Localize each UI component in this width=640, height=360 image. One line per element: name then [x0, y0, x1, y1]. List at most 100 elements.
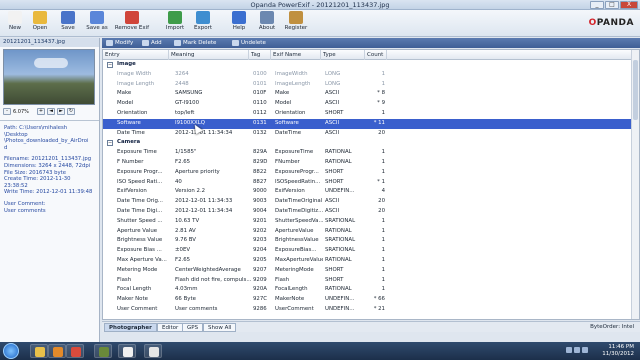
system-tray[interactable]: [564, 347, 600, 355]
column-count[interactable]: Count: [365, 50, 387, 60]
remove-exif-button[interactable]: Remove Exif: [114, 11, 150, 36]
cell-count: 1: [381, 159, 385, 165]
add-button[interactable]: Add: [142, 38, 162, 48]
table-row[interactable]: Exposure Bias ... ±0EV 9204 ExposureBias...…: [103, 246, 639, 256]
cell-count: 1: [381, 227, 385, 234]
table-row[interactable]: Brightness Value 9.76 BV 9203 BrightnessVal…: [103, 236, 639, 246]
table-row[interactable]: ISO Speed Rati... 40 8827 ISOSpeedRatin... S…: [103, 178, 639, 188]
table-row[interactable]: Exposure Time 1/1585" 829A ExposureTime RATI…: [103, 148, 639, 158]
tab-gps[interactable]: GPS: [182, 323, 204, 332]
table-row[interactable]: Max Aperture Va... F2.65 9205 MaxApertureVa…: [103, 256, 639, 266]
rotate-button[interactable]: ↻: [67, 108, 75, 115]
taskbar-chrome[interactable]: [66, 344, 84, 358]
new-button[interactable]: New: [6, 11, 24, 36]
cell-meaning: 1/1585": [175, 149, 197, 156]
table-row[interactable]: Flash Flash did not fire, compuls... 9209 F…: [103, 276, 639, 286]
undelete-icon: [232, 40, 239, 46]
column-meaning[interactable]: Meaning: [169, 50, 249, 60]
table-row[interactable]: Exposure Progr... Aperture priority 8822 Ex…: [103, 168, 639, 178]
open-button[interactable]: Open: [30, 11, 50, 36]
column-tag[interactable]: Tag: [249, 50, 271, 60]
photo-thumbnail: [3, 49, 95, 105]
undelete-button[interactable]: Undelete: [232, 38, 266, 48]
collapse-toggle[interactable]: −: [107, 140, 113, 147]
chrome-icon: [71, 347, 81, 357]
tab-show-all[interactable]: Show All: [203, 323, 237, 332]
taskbar-clock[interactable]: 11:46 PM 11/30/2012: [602, 344, 634, 358]
save-as-button[interactable]: Save as: [84, 11, 110, 36]
cell-type: ASCII: [325, 198, 340, 205]
import-button[interactable]: Import: [164, 11, 186, 36]
table-row[interactable]: Orientation top/left 0112 Orientation SHORT 1: [103, 109, 639, 119]
cell-meaning: 4.03mm: [175, 286, 198, 293]
taskbar-photo-app[interactable]: [94, 344, 112, 358]
cell-tag: 9203: [253, 237, 267, 244]
scroll-thumb[interactable]: [633, 60, 638, 120]
cell-type: RATIONAL: [325, 227, 352, 234]
taskbar-media-player[interactable]: [48, 344, 66, 358]
export-button[interactable]: Export: [192, 11, 214, 36]
column-entry[interactable]: Entry: [103, 50, 169, 60]
table-row[interactable]: Maker Note 66 Byte 927C MakerNote UNDEFIN...…: [103, 295, 639, 305]
export-icon: [196, 11, 210, 24]
tab-photographer[interactable]: Photographer: [104, 323, 157, 332]
cell-meaning: 3264: [175, 70, 189, 77]
column-exif-name[interactable]: Exif Name: [271, 50, 321, 60]
mark-delete-icon: [174, 40, 181, 46]
table-row[interactable]: Focal Length 4.03mm 920A FocalLength RATIONA…: [103, 285, 639, 295]
cell-tag: 9209: [253, 276, 267, 283]
cell-tag: 0131: [253, 119, 267, 126]
maximize-button[interactable]: □: [605, 1, 619, 9]
cell-meaning: CenterWeightedAverage: [175, 266, 241, 273]
cell-exif-name: MaxApertureValue: [275, 257, 323, 263]
prev-image-button[interactable]: ◄: [47, 108, 55, 115]
file-info: Path: C:\Users\mihalesh \Desktop \Photos…: [4, 125, 93, 214]
save-button[interactable]: Save: [58, 11, 78, 36]
table-row[interactable]: Metering Mode CenterWeightedAverage 9207 Me…: [103, 266, 639, 276]
table-row[interactable]: Image Width 3264 0100 ImageWidth LONG 1: [103, 70, 639, 80]
taskbar-powerexif[interactable]: [144, 344, 162, 358]
panda-app-icon: [123, 347, 133, 357]
next-image-button[interactable]: ►: [57, 108, 65, 115]
taskbar-panda-app[interactable]: [118, 344, 136, 358]
vertical-scrollbar[interactable]: [631, 50, 639, 319]
zoom-out-button[interactable]: -: [3, 108, 11, 115]
table-row[interactable]: Date Time Orig... 2012-12-01 11:34:33 9003…: [103, 197, 639, 207]
table-row[interactable]: Model GT-I9100 0110 Model ASCII * 9: [103, 99, 639, 109]
table-row[interactable]: Image Length 2448 0101 ImageLength LONG 1: [103, 80, 639, 90]
cell-tag: 829A: [253, 149, 267, 156]
cell-entry: Image Length: [117, 80, 155, 87]
register-button[interactable]: Register: [283, 11, 309, 36]
zoom-in-button[interactable]: +: [37, 108, 45, 115]
cell-type: SHORT: [325, 168, 344, 175]
table-row[interactable]: Software I9100XXLQ 0131 Software ASCII * 11: [103, 118, 639, 129]
column-type[interactable]: Type: [321, 50, 365, 60]
minimize-button[interactable]: _: [590, 1, 604, 9]
table-row[interactable]: Aperture Value 2.81 AV 9202 ApertureValue RA…: [103, 227, 639, 237]
cell-meaning: 2012-12-01 11:34:33: [175, 198, 233, 205]
taskbar-explorer[interactable]: [30, 344, 48, 358]
help-button[interactable]: Help: [231, 11, 247, 36]
table-row[interactable]: Date Time 2012-12-01 11:34:34 0132 DateTime…: [103, 129, 639, 139]
modify-button[interactable]: Modify: [106, 38, 133, 48]
table-row[interactable]: User Comment User comments 9286 UserComment…: [103, 305, 639, 315]
about-button[interactable]: About: [257, 11, 277, 36]
cell-type: SHORT: [325, 266, 344, 273]
table-row[interactable]: ExifVersion Version 2.2 9000 ExifVersion UND…: [103, 187, 639, 197]
table-row[interactable]: F Number F2.65 829D FNumber RATIONAL 1: [103, 158, 639, 168]
collapse-toggle[interactable]: −: [107, 62, 113, 68]
table-row[interactable]: Make SAMSUNG 010F Make ASCII * 8: [103, 89, 639, 99]
mark-delete-button[interactable]: Mark Delete: [174, 38, 216, 48]
cell-entry: Orientation: [117, 110, 148, 116]
group-row[interactable]: − Image: [103, 60, 639, 70]
cell-exif-name: FocalLength: [275, 286, 308, 293]
start-button[interactable]: [3, 343, 19, 359]
cell-type: UNDEFIN...: [325, 306, 355, 312]
close-button[interactable]: X: [620, 1, 638, 9]
cell-count: 1: [381, 286, 385, 293]
tab-editor[interactable]: Editor: [157, 323, 184, 332]
table-row[interactable]: Shutter Speed ... 10.63 TV 9201 ShutterSpee…: [103, 217, 639, 227]
group-row[interactable]: − Camera: [103, 138, 639, 148]
table-row[interactable]: Date Time Digi... 2012-12-01 11:34:34 9004…: [103, 207, 639, 217]
cell-exif-name: MakerNote: [275, 296, 305, 303]
